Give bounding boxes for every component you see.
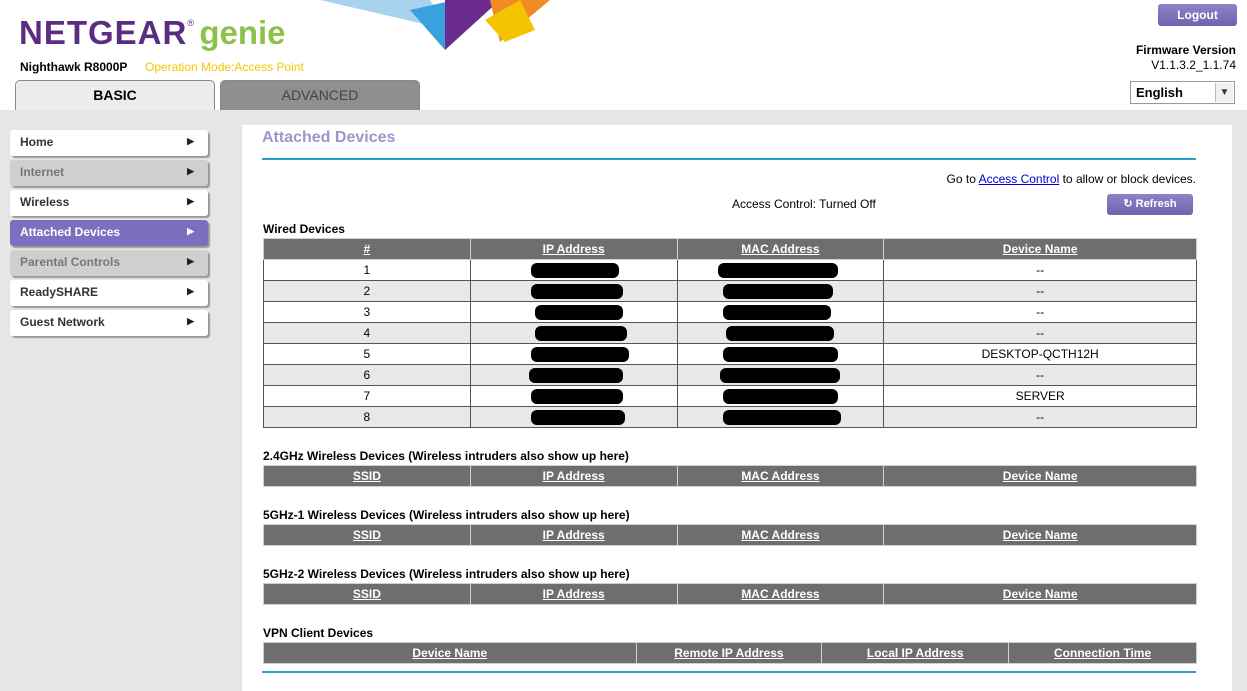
table-row: 5 DESKTOP-QCTH12H: [263, 343, 1197, 365]
table-header-row: SSID IP Address MAC Address Device Name: [263, 524, 1197, 546]
column-header-number[interactable]: #: [263, 238, 471, 260]
logo-product: genie: [199, 14, 286, 51]
column-header-ip[interactable]: IP Address: [469, 583, 678, 605]
vpn-client-table: Device Name Remote IP Address Local IP A…: [263, 642, 1197, 664]
wireless-5ghz-1-title: 5GHz-1 Wireless Devices (Wireless intrud…: [263, 508, 630, 522]
access-control-status: Access Control: Turned Off: [732, 197, 876, 211]
sidebar-item-home[interactable]: Home ▶: [10, 130, 208, 156]
tab-basic[interactable]: BASIC: [15, 80, 215, 110]
column-header-device-name[interactable]: Device Name: [883, 583, 1197, 605]
table-row: 6 --: [263, 364, 1197, 386]
column-header-ssid[interactable]: SSID: [263, 583, 471, 605]
access-control-link[interactable]: Access Control: [979, 172, 1060, 186]
column-header-device-name[interactable]: Device Name: [883, 238, 1197, 260]
column-header-ssid[interactable]: SSID: [263, 524, 471, 546]
sidebar-item-readyshare[interactable]: ReadySHARE ▶: [10, 280, 208, 306]
logo-brand: NETGEAR: [19, 14, 188, 51]
wireless-5ghz-2-title: 5GHz-2 Wireless Devices (Wireless intrud…: [263, 567, 630, 581]
access-control-hint: Go to Access Control to allow or block d…: [946, 172, 1196, 186]
column-header-mac[interactable]: MAC Address: [676, 238, 885, 260]
column-header-mac[interactable]: MAC Address: [676, 465, 885, 487]
table-row: 7 SERVER: [263, 385, 1197, 407]
wired-devices-table: # IP Address MAC Address Device Name 1 -…: [263, 238, 1197, 428]
logout-button[interactable]: Logout: [1158, 4, 1237, 26]
table-header-row: # IP Address MAC Address Device Name: [263, 238, 1197, 260]
ip-redacted: [469, 280, 678, 302]
table-row: 2 --: [263, 280, 1197, 302]
column-header-device-name[interactable]: Device Name: [883, 465, 1197, 487]
chevron-down-icon[interactable]: ▼: [1215, 83, 1233, 102]
table-row: 3 --: [263, 301, 1197, 323]
ip-redacted: [469, 322, 678, 344]
table-header-row: SSID IP Address MAC Address Device Name: [263, 465, 1197, 487]
firmware-version: V1.1.3.2_1.1.74: [1151, 58, 1236, 72]
mac-redacted: [676, 280, 885, 302]
language-select[interactable]: English ▼: [1130, 81, 1235, 104]
sidebar-item-internet[interactable]: Internet ▶: [10, 160, 208, 186]
header: NETGEAR® genie Nighthawk R8000P Operatio…: [0, 0, 1247, 110]
column-header-ip[interactable]: IP Address: [469, 465, 678, 487]
table-row: 4 --: [263, 322, 1197, 344]
mac-redacted: [676, 322, 885, 344]
chevron-right-icon: ▶: [187, 196, 194, 206]
table-row: 1 --: [263, 259, 1197, 281]
table-header-row: SSID IP Address MAC Address Device Name: [263, 583, 1197, 605]
chevron-right-icon: ▶: [187, 286, 194, 296]
column-header-ssid[interactable]: SSID: [263, 465, 471, 487]
mac-redacted: [676, 364, 885, 386]
wireless-5ghz-1-table: SSID IP Address MAC Address Device Name: [263, 524, 1197, 546]
divider: [262, 158, 1196, 160]
mac-redacted: [676, 301, 885, 323]
vpn-client-title: VPN Client Devices: [263, 626, 374, 640]
column-header-local-ip[interactable]: Local IP Address: [821, 642, 1010, 664]
page-title: Attached Devices: [262, 129, 396, 146]
column-header-mac[interactable]: MAC Address: [676, 524, 885, 546]
main-panel: Attached Devices Go to Access Control to…: [242, 125, 1232, 691]
ip-redacted: [469, 259, 678, 281]
ip-redacted: [469, 364, 678, 386]
refresh-icon: ↻: [1123, 198, 1133, 210]
wired-devices-title: Wired Devices: [263, 222, 345, 236]
ip-redacted: [469, 406, 678, 428]
decorative-shapes-icon: [320, 0, 550, 50]
sidebar-item-wireless[interactable]: Wireless ▶: [10, 190, 208, 216]
chevron-right-icon: ▶: [187, 256, 194, 266]
column-header-connection-time[interactable]: Connection Time: [1008, 642, 1197, 664]
chevron-right-icon: ▶: [187, 136, 194, 146]
chevron-right-icon: ▶: [187, 166, 194, 176]
mac-redacted: [676, 406, 885, 428]
sidebar-item-parental-controls[interactable]: Parental Controls ▶: [10, 250, 208, 276]
firmware-label: Firmware Version: [1135, 43, 1236, 57]
sidebar-item-guest-network[interactable]: Guest Network ▶: [10, 310, 208, 336]
column-header-ip[interactable]: IP Address: [469, 524, 678, 546]
ip-redacted: [469, 385, 678, 407]
table-header-row: Device Name Remote IP Address Local IP A…: [263, 642, 1197, 664]
column-header-device-name[interactable]: Device Name: [883, 524, 1197, 546]
ip-redacted: [469, 301, 678, 323]
operation-mode: Operation Mode:Access Point: [145, 60, 304, 74]
sidebar-item-attached-devices[interactable]: Attached Devices ▶: [10, 220, 208, 246]
wireless-5ghz-2-table: SSID IP Address MAC Address Device Name: [263, 583, 1197, 605]
divider: [262, 671, 1196, 673]
chevron-right-icon: ▶: [187, 226, 194, 236]
chevron-right-icon: ▶: [187, 316, 194, 326]
mac-redacted: [676, 385, 885, 407]
router-model: Nighthawk R8000P: [20, 60, 128, 74]
table-row: 8 --: [263, 406, 1197, 428]
ip-redacted: [469, 343, 678, 365]
tab-advanced[interactable]: ADVANCED: [220, 80, 420, 110]
column-header-remote-ip[interactable]: Remote IP Address: [635, 642, 823, 664]
mac-redacted: [676, 343, 885, 365]
wireless-24ghz-table: SSID IP Address MAC Address Device Name: [263, 465, 1197, 487]
wireless-24ghz-title: 2.4GHz Wireless Devices (Wireless intrud…: [263, 449, 629, 463]
language-value: English: [1136, 85, 1183, 100]
column-header-ip[interactable]: IP Address: [469, 238, 678, 260]
netgear-genie-logo: NETGEAR® genie: [19, 14, 286, 51]
column-header-mac[interactable]: MAC Address: [676, 583, 885, 605]
refresh-button[interactable]: ↻ Refresh: [1107, 194, 1193, 215]
column-header-device-name[interactable]: Device Name: [263, 642, 637, 664]
mac-redacted: [676, 259, 885, 281]
